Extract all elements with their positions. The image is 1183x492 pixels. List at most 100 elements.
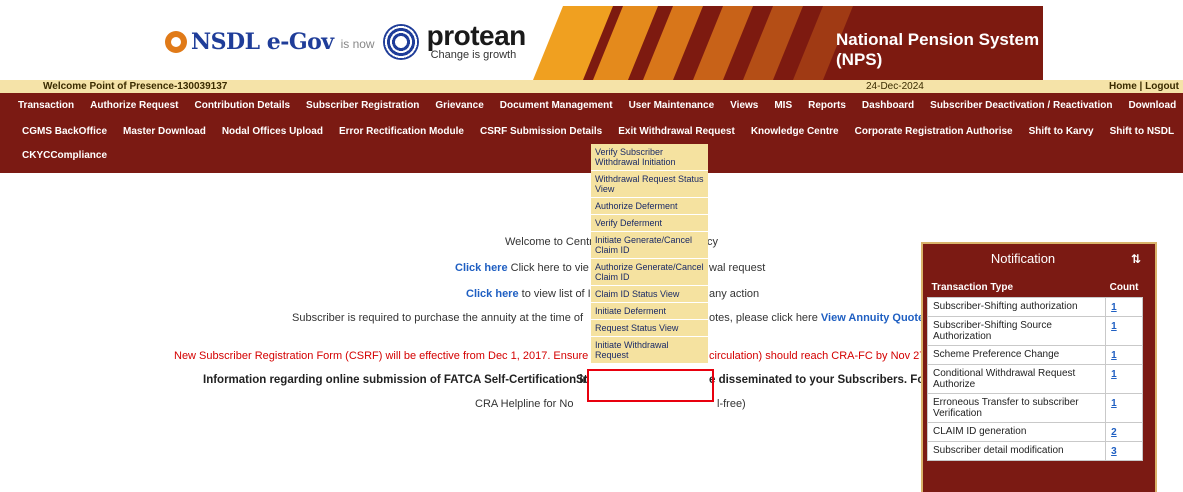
separator: | bbox=[1136, 81, 1146, 92]
menu-item-transaction[interactable]: Transaction bbox=[18, 100, 74, 111]
helpline-line-right: l-free) bbox=[717, 398, 746, 410]
welcome-text-right: cy bbox=[707, 236, 718, 248]
notification-panel: Notification ⇅ Transaction Type Count Su… bbox=[921, 242, 1157, 492]
menu-item-error-rectification-module[interactable]: Error Rectification Module bbox=[339, 126, 464, 137]
menu-item-exit-withdrawal-request[interactable]: Exit Withdrawal Request bbox=[618, 126, 735, 137]
transaction-type-cell: Subscriber-Shifting Source Authorization bbox=[926, 315, 1107, 346]
fatca-text-right: e disseminated to your Subscribers. For bbox=[709, 374, 929, 386]
list-line-right: any action bbox=[709, 288, 759, 300]
welcome-pop-text: Welcome Point of Presence-130039137 bbox=[43, 81, 228, 92]
count-cell: 1 bbox=[1105, 296, 1143, 317]
csrf-notice: New Subscriber Registration Form (CSRF) … bbox=[174, 350, 588, 362]
click-here-link-1[interactable]: Click here bbox=[455, 262, 508, 274]
dropdown-item-verify-deferment[interactable]: Verify Deferment bbox=[591, 215, 708, 232]
dropdown-item-withdrawal-request-status-view[interactable]: Withdrawal Request Status View bbox=[591, 171, 708, 198]
count-link[interactable]: 3 bbox=[1111, 446, 1117, 457]
menu-item-ckyccompliance[interactable]: CKYCCompliance bbox=[22, 150, 107, 161]
count-link[interactable]: 1 bbox=[1111, 302, 1117, 313]
view-annuity-quote-link[interactable]: View Annuity Quote bbox=[821, 312, 924, 324]
transaction-type-cell: CLAIM ID generation bbox=[926, 421, 1107, 442]
annuity-line: Subscriber is required to purchase the a… bbox=[292, 312, 583, 324]
dropdown-item-authorize-deferment[interactable]: Authorize Deferment bbox=[591, 198, 708, 215]
menu-item-document-management[interactable]: Document Management bbox=[500, 100, 613, 111]
col-count: Count bbox=[1105, 278, 1143, 297]
protean-mark-icon bbox=[382, 23, 419, 60]
welcome-line: Welcome to Centr bbox=[505, 236, 593, 248]
withdrawal-line-right: wal request bbox=[709, 262, 765, 274]
home-link[interactable]: Home bbox=[1109, 81, 1137, 92]
count-cell: 3 bbox=[1105, 440, 1143, 461]
list-link-line: Click here to view list of I bbox=[466, 288, 591, 300]
dropdown-item-request-status-view[interactable]: Request Status View bbox=[591, 320, 708, 337]
menu-item-grievance[interactable]: Grievance bbox=[435, 100, 483, 111]
info-strip: Welcome Point of Presence-130039137 24-D… bbox=[0, 80, 1183, 93]
menu-item-cgms-backoffice[interactable]: CGMS BackOffice bbox=[22, 126, 107, 137]
dropdown-item-initiate-withdrawal-request[interactable]: Initiate Withdrawal Request bbox=[591, 337, 708, 364]
fatca-notice: Information regarding online submission … bbox=[203, 374, 590, 386]
count-link[interactable]: 1 bbox=[1111, 321, 1117, 332]
count-cell: 1 bbox=[1105, 392, 1143, 423]
transaction-type-cell: Conditional Withdrawal Request Authorize bbox=[926, 363, 1107, 394]
menu-item-nodal-offices-upload[interactable]: Nodal Offices Upload bbox=[222, 126, 323, 137]
csrf-notice-text-right: circulation) should reach CRA-FC by Nov … bbox=[709, 350, 926, 362]
header-banner: NSDL e-Gov is now protean Change is grow… bbox=[143, 6, 1043, 80]
protean-logo: protean Change is growth bbox=[426, 20, 527, 61]
dropdown-item-initiate-generate-cancel-claim-id[interactable]: Initiate Generate/Cancel Claim ID bbox=[591, 232, 708, 259]
menu-item-user-maintenance[interactable]: User Maintenance bbox=[629, 100, 715, 111]
helpline-line: CRA Helpline for No bbox=[475, 398, 573, 410]
count-cell: 1 bbox=[1105, 315, 1143, 346]
transaction-type-cell: Erroneous Transfer to subscriber Verific… bbox=[926, 392, 1107, 423]
csrf-notice-left: New Subscriber Registration Form (CSRF) … bbox=[174, 350, 589, 362]
menu-item-dashboard[interactable]: Dashboard bbox=[862, 100, 914, 111]
menu-item-shift-to-karvy[interactable]: Shift to Karvy bbox=[1029, 126, 1094, 137]
main-menu-row-2: CGMS BackOffice Master Download Nodal Offi… bbox=[0, 117, 1183, 145]
notification-table: Transaction Type Count Subscriber-Shifti… bbox=[926, 278, 1143, 461]
nsdl-logo-text: NSDL e-Gov bbox=[191, 28, 334, 55]
notification-row: Scheme Preference Change 1 bbox=[926, 344, 1143, 365]
menu-item-csrf-submission-details[interactable]: CSRF Submission Details bbox=[480, 126, 602, 137]
exit-withdrawal-dropdown: Verify Subscriber Withdrawal Initiation W… bbox=[591, 144, 708, 364]
menu-item-authorize-request[interactable]: Authorize Request bbox=[90, 100, 178, 111]
notification-row: Conditional Withdrawal Request Authorize… bbox=[926, 363, 1143, 394]
count-link[interactable]: 1 bbox=[1111, 398, 1117, 409]
notification-row: Subscriber-Shifting authorization 1 bbox=[926, 296, 1143, 317]
menu-item-contribution-details[interactable]: Contribution Details bbox=[194, 100, 290, 111]
menu-item-subscriber-registration[interactable]: Subscriber Registration bbox=[306, 100, 419, 111]
fatca-notice-mid: St bbox=[576, 374, 588, 386]
dropdown-item-verify-subscriber-withdrawal-initiation[interactable]: Verify Subscriber Withdrawal Initiation bbox=[591, 144, 708, 171]
home-logout-links: Home | Logout bbox=[1109, 81, 1179, 92]
menu-item-download[interactable]: Download bbox=[1128, 100, 1176, 111]
nsdl-egov-logo: NSDL e-Gov is now protean Change is grow… bbox=[165, 22, 526, 61]
helpline-text-right: l-free) bbox=[717, 398, 746, 410]
menu-item-shift-to-nsdl[interactable]: Shift to NSDL bbox=[1110, 126, 1174, 137]
dropdown-item-authorize-generate-cancel-claim-id[interactable]: Authorize Generate/Cancel Claim ID bbox=[591, 259, 708, 286]
transaction-type-cell: Scheme Preference Change bbox=[926, 344, 1107, 365]
dropdown-item-claim-id-status-view[interactable]: Claim ID Status View bbox=[591, 286, 708, 303]
menu-item-reports[interactable]: Reports bbox=[808, 100, 846, 111]
logout-link[interactable]: Logout bbox=[1145, 81, 1179, 92]
annuity-text-left: Subscriber is required to purchase the a… bbox=[292, 312, 584, 324]
annuity-text-right: otes, please click here bbox=[709, 312, 821, 324]
fatca-text-left: Information regarding online submission … bbox=[203, 374, 590, 386]
notification-title: Notification bbox=[990, 251, 1056, 266]
notification-row: Erroneous Transfer to subscriber Verific… bbox=[926, 392, 1143, 423]
sort-icon[interactable]: ⇅ bbox=[1131, 244, 1141, 274]
menu-item-subscriber-deactivation-reactivation[interactable]: Subscriber Deactivation / Reactivation bbox=[930, 100, 1112, 111]
count-cell: 1 bbox=[1105, 344, 1143, 365]
menu-item-mis[interactable]: MIS bbox=[774, 100, 792, 111]
notification-header-row: Transaction Type Count bbox=[927, 278, 1143, 297]
menu-item-views[interactable]: Views bbox=[730, 100, 758, 111]
count-link[interactable]: 1 bbox=[1111, 350, 1117, 361]
menu-item-master-download[interactable]: Master Download bbox=[123, 126, 206, 137]
count-cell: 2 bbox=[1105, 421, 1143, 442]
menu-item-corporate-registration-authorise[interactable]: Corporate Registration Authorise bbox=[855, 126, 1013, 137]
count-link[interactable]: 1 bbox=[1111, 369, 1117, 380]
click-here-link-2[interactable]: Click here bbox=[466, 288, 519, 300]
protean-logo-text: protean bbox=[426, 20, 527, 51]
csrf-notice-right: circulation) should reach CRA-FC by Nov … bbox=[709, 350, 925, 362]
annuity-line-right: otes, please click here View Annuity Quo… bbox=[709, 312, 924, 324]
dropdown-item-initiate-deferment[interactable]: Initiate Deferment bbox=[591, 303, 708, 320]
count-link[interactable]: 2 bbox=[1111, 427, 1117, 438]
menu-item-knowledge-centre[interactable]: Knowledge Centre bbox=[751, 126, 839, 137]
fatca-text-mid: St bbox=[576, 374, 588, 386]
